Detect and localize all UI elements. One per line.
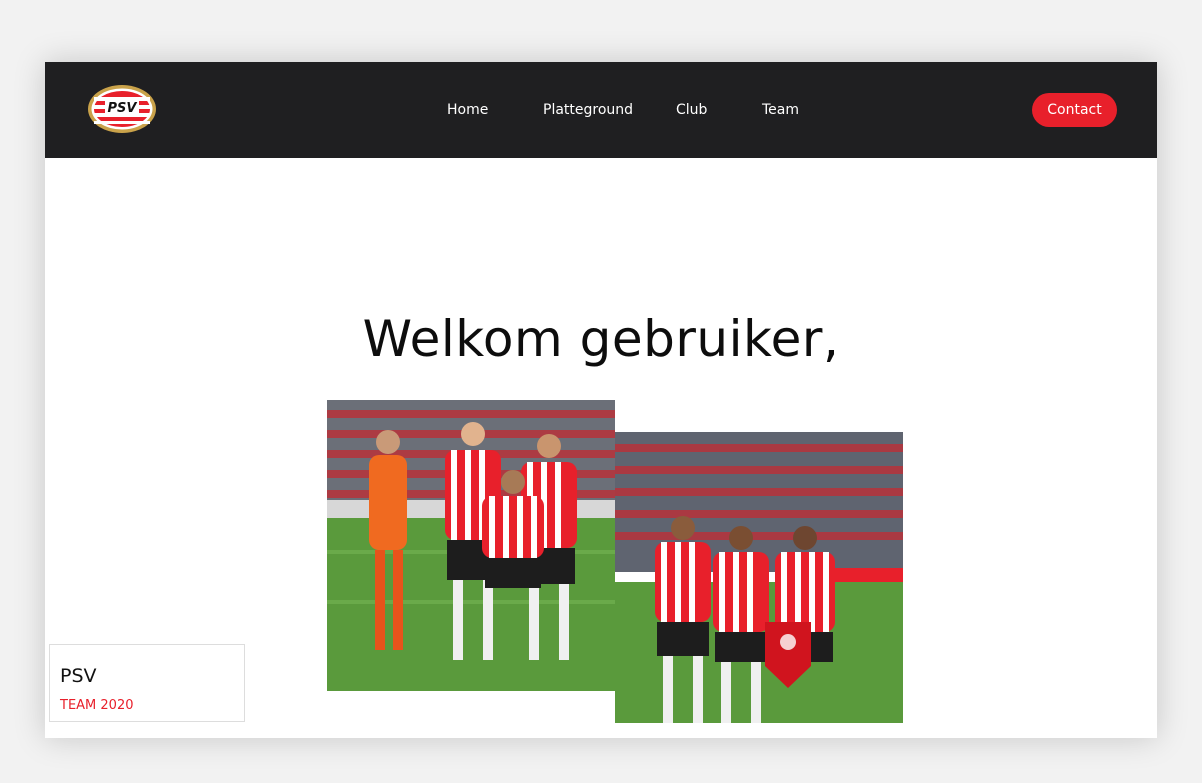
nav-home[interactable]: Home xyxy=(447,102,488,118)
card-title: PSV xyxy=(60,665,97,687)
card-subtitle: TEAM 2020 xyxy=(60,698,134,713)
nav-platteground[interactable]: Platteground xyxy=(543,102,633,118)
team-photo-left xyxy=(327,400,615,691)
page-frame: PSV Home Platteground Club Team Contact … xyxy=(45,62,1157,738)
navbar: PSV Home Platteground Club Team Contact xyxy=(45,62,1157,158)
nav-club[interactable]: Club xyxy=(676,102,707,118)
contact-button[interactable]: Contact xyxy=(1032,93,1117,127)
nav-team[interactable]: Team xyxy=(762,102,799,118)
logo-text: PSV xyxy=(108,101,138,116)
team-card[interactable]: PSV TEAM 2020 xyxy=(49,644,245,722)
page-title: Welkom gebruiker, xyxy=(362,310,840,368)
psv-crest-logo[interactable]: PSV xyxy=(87,84,157,134)
team-photo-right xyxy=(615,432,903,723)
